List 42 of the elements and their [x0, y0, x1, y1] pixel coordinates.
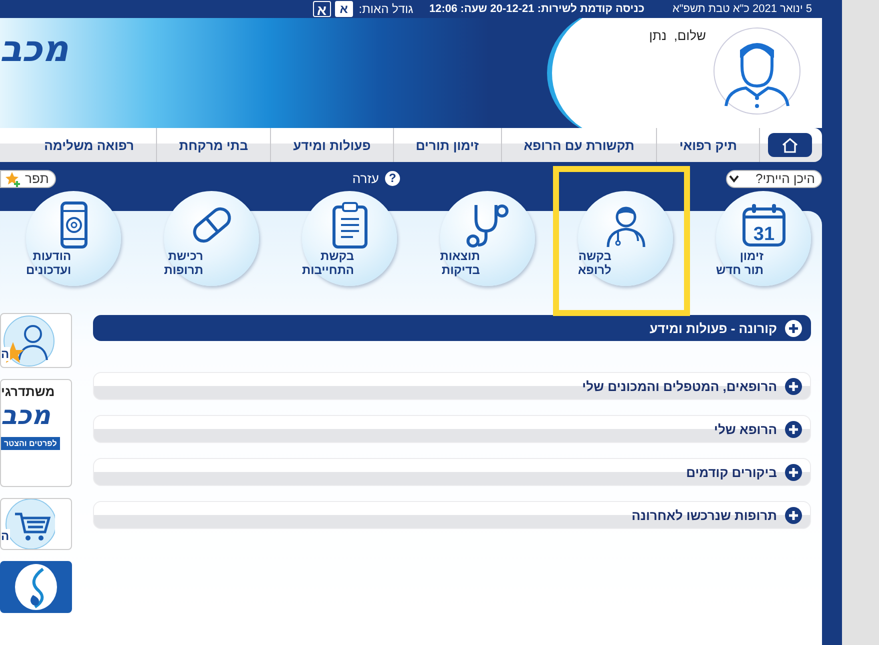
logo-text: מכב	[0, 28, 68, 72]
sidebar-card[interactable]	[0, 561, 72, 613]
promo-banner: לפרטים והצטר	[1, 437, 60, 450]
card-text: ה	[1, 347, 10, 361]
favorites-button[interactable]: תפר	[0, 170, 56, 188]
nav-tab[interactable]: תיק רפואי	[657, 128, 760, 162]
shortcut-tile[interactable]: הודעות ועדכונים	[26, 191, 121, 286]
help-icon: ?	[385, 171, 400, 186]
accordion-header[interactable]: קורונה - פעולות ומידע	[93, 315, 811, 341]
promo-card[interactable]: משתדרגי מכב לפרטים והצטר	[0, 379, 72, 487]
font-size-button[interactable]: א	[334, 1, 353, 17]
shortcut-tile[interactable]: תוצאות בדיקות	[440, 191, 535, 286]
card-text: ה	[1, 529, 10, 543]
help-link[interactable]: ? עזרה	[346, 170, 406, 187]
accordion-header[interactable]: תרופות שנרכשו לאחרונה	[93, 501, 811, 529]
accordion-header[interactable]: הרופאים, המטפלים והמכונים שלי	[93, 372, 811, 400]
star-plus-icon	[5, 170, 21, 186]
shortcut-tile[interactable]: בקשה לרופא	[578, 191, 673, 286]
avatar-icon	[712, 26, 802, 116]
sidebar-card[interactable]: ה	[0, 498, 72, 550]
nav-tab[interactable]: רפואה משלימה	[22, 128, 158, 162]
sidebar-card[interactable]: ה	[0, 313, 72, 368]
accordion-header[interactable]: הרופא שלי	[93, 415, 811, 443]
nav-tab[interactable]: תקשורת עם הרופא	[502, 128, 658, 162]
shortcut-tile[interactable]: בקשת התחייבות	[302, 191, 397, 286]
where-was-i-dropdown[interactable]: היכן הייתי?	[726, 170, 822, 188]
chevron-down-icon	[729, 174, 739, 182]
accordion-header[interactable]: ביקורים קודמים	[93, 458, 811, 486]
home-icon	[781, 137, 799, 153]
logo-text: מכב	[1, 401, 50, 431]
shortcut-tile[interactable]: רכישת תרופות	[164, 191, 259, 286]
last-login-text: כניסה קודמת לשירות: 20-12-21 שעה: 12:06	[429, 3, 644, 15]
home-button[interactable]	[768, 133, 812, 157]
nav-tab[interactable]: זימון תורים	[394, 128, 502, 162]
font-size-button[interactable]: א	[312, 1, 331, 17]
greeting-text: שלום, נתן	[649, 28, 706, 45]
font-size-label: גודל האות:	[358, 2, 414, 16]
nav-tab[interactable]: פעולות ומידע	[271, 128, 394, 162]
promo-title: משתדרגי	[1, 384, 55, 399]
date-text: 5 ינואר 2021 כ"א טבת תשפ"א	[672, 3, 812, 15]
dna-drop-icon	[13, 563, 59, 611]
nav-tab[interactable]: בתי מרקחת	[157, 128, 272, 162]
